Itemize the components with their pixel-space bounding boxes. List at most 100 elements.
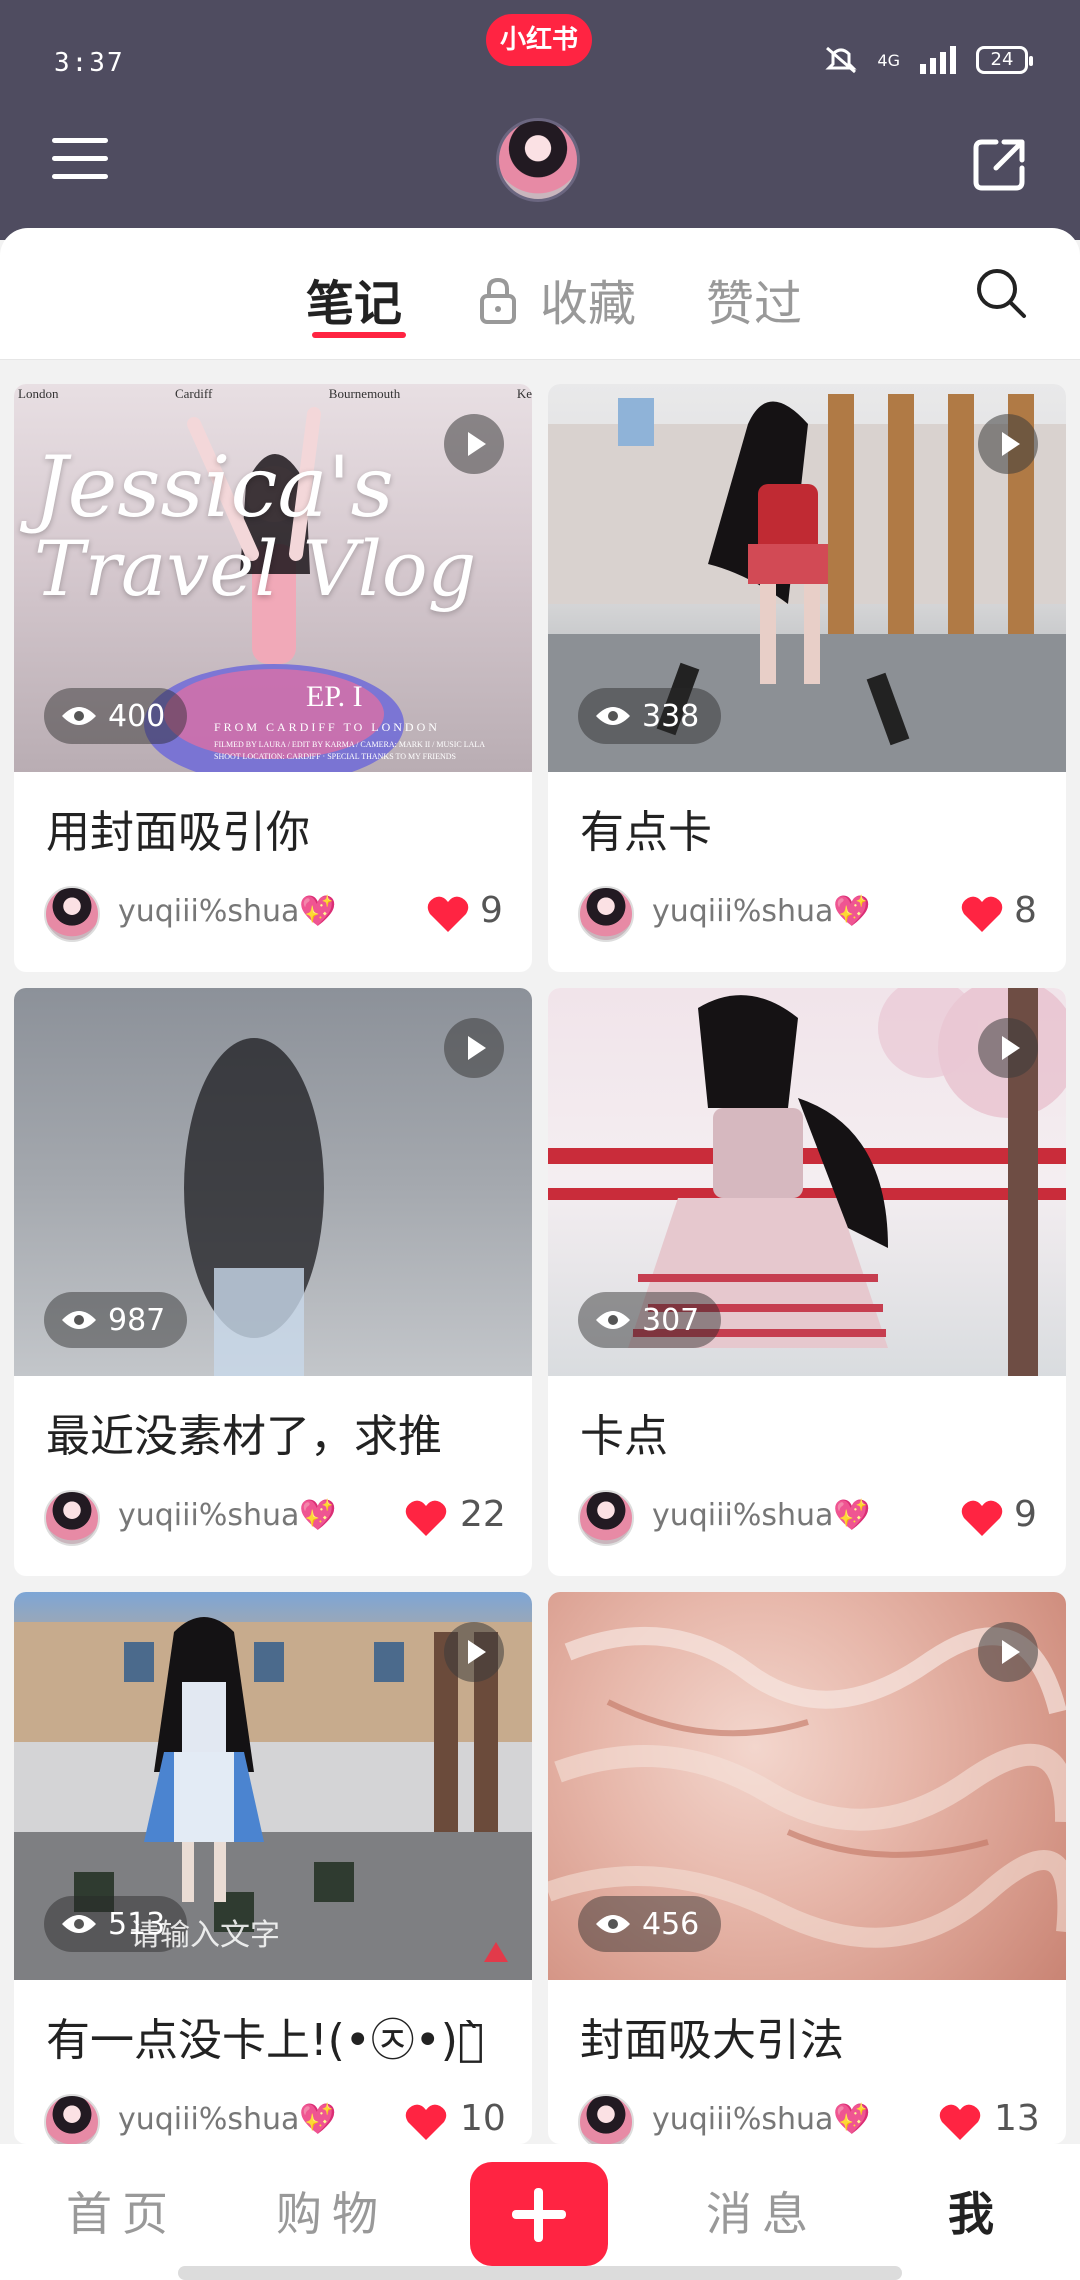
play-icon [444, 1622, 504, 1682]
note-title[interactable]: 卡点 [580, 1400, 668, 1464]
view-count-badge: 987 [44, 1292, 188, 1348]
mute-icon [825, 46, 858, 74]
note-cover[interactable]: 513 请输入文字 [14, 1592, 532, 1980]
view-count-badge: 400 [44, 688, 188, 744]
like-count: 22 [460, 1494, 506, 1535]
like-count: 10 [460, 2098, 506, 2139]
status-time: 3:37 [54, 48, 125, 78]
view-count: 456 [642, 1906, 700, 1942]
note-card[interactable]: 456 封面吸大引法 yuqiii%shua💖 13 [548, 1592, 1066, 2144]
note-cover[interactable]: 456 [548, 1592, 1066, 1980]
author-name[interactable]: yuqiii%shua💖 [652, 2102, 871, 2137]
view-count-badge: 307 [578, 1292, 722, 1348]
tab-collections[interactable]: 收藏 [540, 264, 636, 334]
note-title[interactable]: 封面吸大引法 [580, 2004, 844, 2068]
gesture-bar[interactable] [178, 2266, 902, 2280]
cover-city: Cardiff [174, 386, 213, 401]
status-bar: 3:37 小红书 4G 24 [0, 0, 1080, 110]
view-count-badge: 338 [578, 688, 722, 744]
note-cover[interactable]: 987 [14, 988, 532, 1376]
share-icon[interactable] [970, 136, 1028, 194]
note-cover[interactable]: 307 [548, 988, 1066, 1376]
author-avatar[interactable] [578, 2094, 634, 2144]
app-brand-badge: 小红书 [486, 14, 592, 66]
note-title[interactable]: 用封面吸引你 [46, 796, 310, 860]
author-avatar[interactable] [578, 886, 634, 942]
author-name[interactable]: yuqiii%shua💖 [652, 894, 871, 929]
author-name[interactable]: yuqiii%shua💖 [118, 894, 337, 929]
note-card[interactable]: 513 请输入文字 有一点没卡上!(•㉨•)ง̀ yuqiii%shua💖 10 [14, 1592, 532, 2144]
play-icon [444, 1018, 504, 1078]
status-icons: 4G 24 [823, 46, 1033, 74]
note-card[interactable]: 987 最近没素材了，求推 yuqiii%shua💖 22 [14, 988, 532, 1576]
author-avatar[interactable] [44, 1490, 100, 1546]
profile-avatar[interactable] [496, 118, 580, 202]
view-count: 987 [108, 1302, 166, 1338]
like-count: 13 [994, 2098, 1040, 2139]
bottom-nav: 首页 购物 消息 我 [0, 2144, 1080, 2280]
like-count: 8 [1014, 890, 1037, 931]
heart-icon[interactable] [404, 2102, 448, 2142]
tab-liked[interactable]: 赞过 [706, 264, 802, 334]
author-name[interactable]: yuqiii%shua💖 [118, 1498, 337, 1533]
nav-me[interactable]: 我 [948, 2178, 1004, 2244]
cover-credits: SHOOT LOCATION: CARDIFF · SPECIAL THANKS… [214, 752, 456, 761]
view-count: 400 [108, 698, 166, 734]
view-count: 338 [642, 698, 700, 734]
cover-city: London [18, 386, 59, 401]
heart-icon[interactable] [404, 1498, 448, 1538]
note-title[interactable]: 有一点没卡上!(•㉨•)ง̀ [46, 2004, 484, 2068]
menu-icon[interactable] [52, 138, 108, 184]
author-avatar[interactable] [44, 886, 100, 942]
heart-icon[interactable] [960, 1498, 1004, 1538]
note-card[interactable]: 338 有点卡 yuqiii%shua💖 8 [548, 384, 1066, 972]
note-card[interactable]: 307 卡点 yuqiii%shua💖 9 [548, 988, 1066, 1576]
signal-icon [920, 46, 956, 74]
play-icon [978, 1622, 1038, 1682]
eye-icon [596, 707, 630, 725]
cover-credits: FILMED BY LAURA / EDIT BY KARMA / CAMERA… [214, 740, 486, 749]
note-cover[interactable]: London Cardiff Bournemouth Ke Jessica's … [14, 384, 532, 772]
heart-icon[interactable] [960, 894, 1004, 934]
battery-indicator: 24 [976, 46, 1033, 74]
cover-city: Bournemouth [328, 386, 401, 401]
cover-overlay-text: 请输入文字 [130, 1918, 280, 1953]
warning-icon [484, 1942, 508, 1962]
eye-icon [596, 1311, 630, 1329]
profile-tabs: 笔记 收藏 赞过 [0, 228, 1080, 360]
nav-home[interactable]: 首页 [66, 2178, 178, 2244]
cover-subtitle: FROM CARDIFF TO LONDON [214, 720, 440, 734]
create-note-button[interactable] [470, 2162, 608, 2266]
cover-city: Ke [516, 386, 532, 401]
note-card[interactable]: London Cardiff Bournemouth Ke Jessica's … [14, 384, 532, 972]
search-icon[interactable] [974, 266, 1028, 320]
nav-messages[interactable]: 消息 [706, 2178, 818, 2244]
tab-notes[interactable]: 笔记 [306, 264, 402, 334]
eye-icon [62, 1915, 96, 1933]
eye-icon [62, 1311, 96, 1329]
cover-episode: EP. I [306, 680, 363, 713]
cover-title-line1: Jessica's [34, 438, 394, 536]
note-cover[interactable]: 338 [548, 384, 1066, 772]
author-name[interactable]: yuqiii%shua💖 [652, 1498, 871, 1533]
heart-icon[interactable] [938, 2102, 982, 2142]
play-icon [978, 414, 1038, 474]
like-count: 9 [1014, 1494, 1037, 1535]
author-name[interactable]: yuqiii%shua💖 [118, 2102, 337, 2137]
heart-icon[interactable] [426, 894, 470, 934]
author-avatar[interactable] [578, 1490, 634, 1546]
profile-header: 3:37 小红书 4G 24 [0, 0, 1080, 240]
eye-icon [62, 707, 96, 725]
like-count: 9 [480, 890, 503, 931]
view-count: 307 [642, 1302, 700, 1338]
eye-icon [596, 1915, 630, 1933]
active-tab-indicator [312, 332, 406, 338]
note-title[interactable]: 最近没素材了，求推 [46, 1400, 442, 1464]
nav-shop[interactable]: 购物 [276, 2178, 388, 2244]
view-count-badge: 456 [578, 1896, 722, 1952]
network-label: 4G [877, 50, 900, 70]
cover-city-labels: London Cardiff Bournemouth Ke [18, 386, 532, 402]
author-avatar[interactable] [44, 2094, 100, 2144]
play-icon [978, 1018, 1038, 1078]
note-title[interactable]: 有点卡 [580, 796, 712, 860]
